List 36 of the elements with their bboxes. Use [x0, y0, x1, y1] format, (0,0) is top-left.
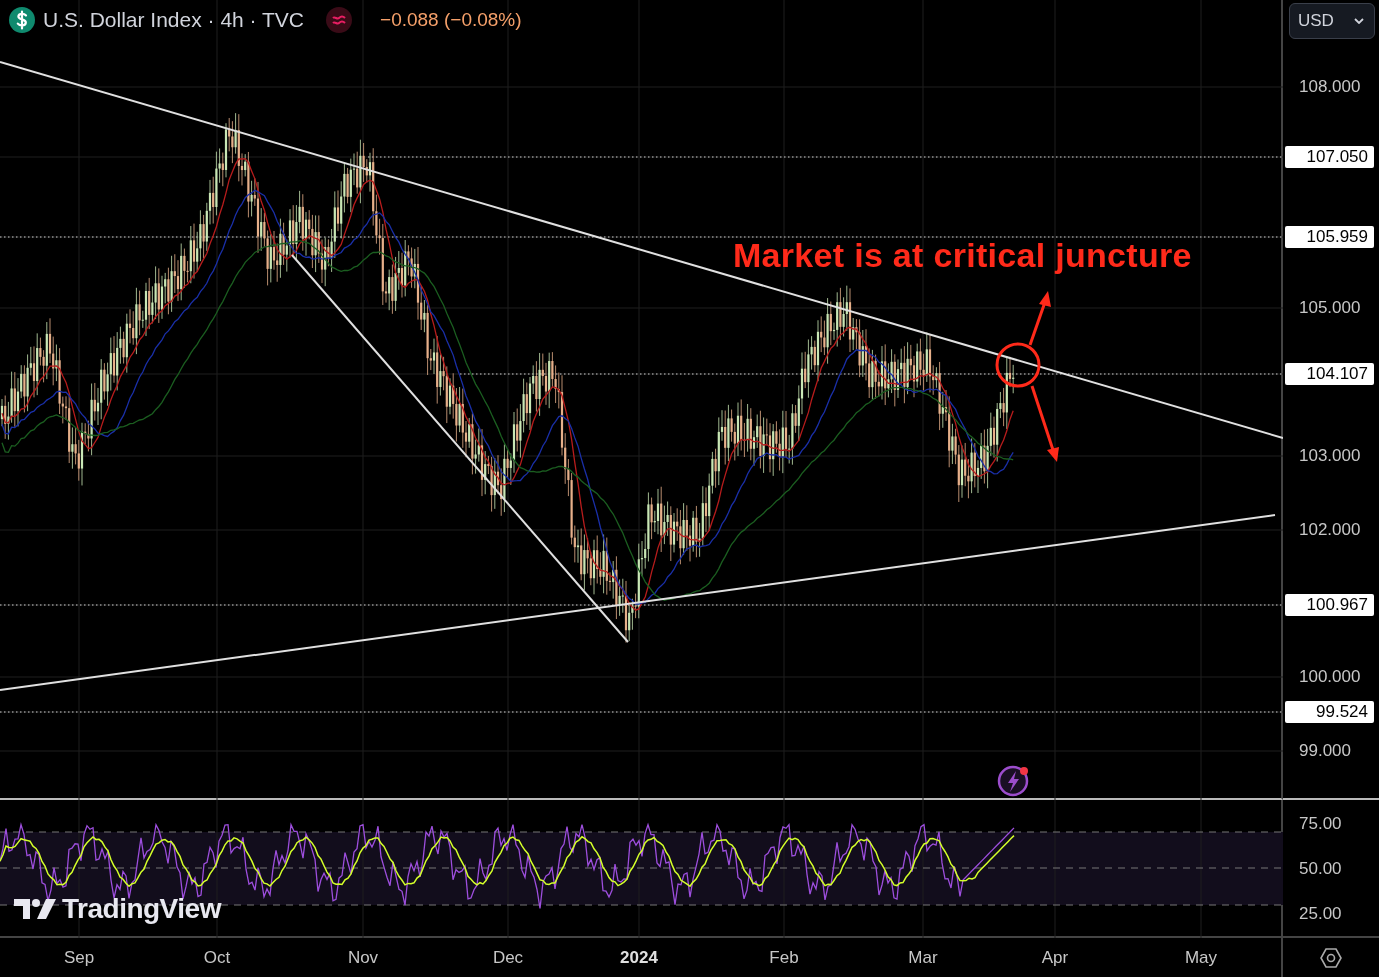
price-label: 102.000 [1299, 519, 1361, 541]
price-level-label: 99.524 [1285, 701, 1374, 723]
rsi-label: 75.00 [1299, 813, 1342, 835]
price-label: 99.000 [1299, 740, 1351, 762]
time-label: Mar [907, 948, 939, 968]
price-label: 105.000 [1299, 297, 1361, 319]
price-label: 100.000 [1299, 666, 1361, 688]
symbol-title: U.S. Dollar Index · 4h · TVC [43, 8, 305, 32]
annotation-text: Market is at critical juncture [733, 236, 1192, 275]
price-level-label: 105.959 [1285, 226, 1374, 248]
time-label: Apr [1040, 948, 1070, 968]
settings-icon[interactable] [1320, 946, 1342, 969]
time-label: May [1183, 948, 1219, 968]
time-label: 2024 [619, 948, 659, 968]
logo-icon [14, 897, 58, 921]
time-label: Dec [491, 948, 525, 968]
brand-name: TradingView [62, 893, 221, 925]
caret-icon [1354, 18, 1364, 24]
price-level-label: 100.967 [1285, 594, 1374, 616]
rsi-label: 50.00 [1299, 858, 1342, 880]
time-label: Feb [768, 948, 800, 968]
price-level-label: 107.050 [1285, 146, 1374, 168]
currency-dropdown[interactable]: USD [1289, 3, 1375, 39]
price-label: 108.000 [1299, 76, 1361, 98]
rsi-label: 25.00 [1299, 903, 1342, 925]
time-label: Sep [62, 948, 96, 968]
time-label: Oct [202, 948, 232, 968]
wave-icon [326, 7, 353, 33]
up-arrow [1028, 291, 1051, 346]
price-change: −0.088 (−0.08%) [380, 9, 522, 31]
highlight-circle [995, 342, 1041, 388]
dollar-icon [9, 7, 35, 33]
price-level-label: 104.107 [1285, 363, 1374, 385]
price-label: 103.000 [1299, 445, 1361, 467]
time-label: Nov [346, 948, 380, 968]
lightning-icon [997, 765, 1029, 797]
